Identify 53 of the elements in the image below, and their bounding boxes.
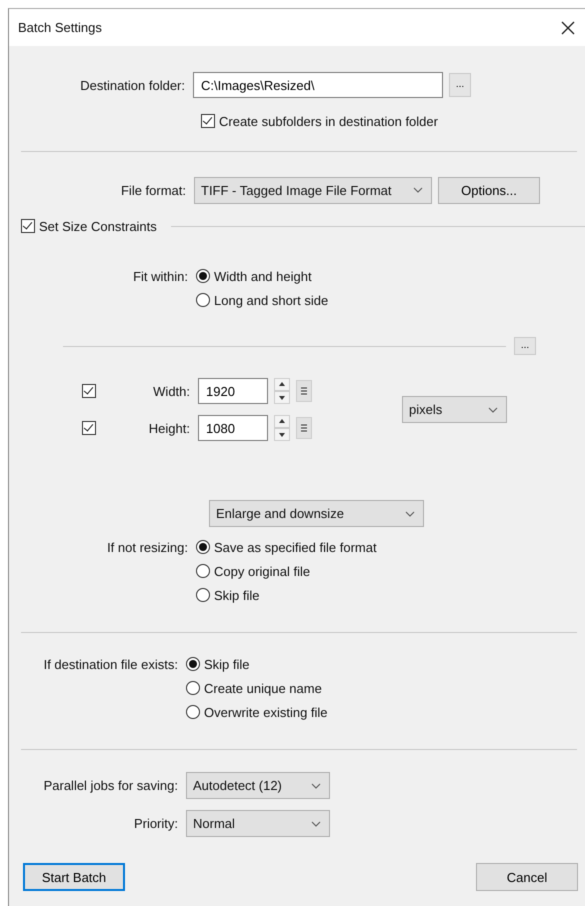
- radio-label[interactable]: Create unique name: [204, 680, 322, 696]
- chevron-icon: [413, 187, 423, 193]
- options-button[interactable]: Options...: [438, 176, 540, 204]
- spinner-icon[interactable]: [274, 415, 290, 441]
- radio-button[interactable]: [196, 269, 210, 283]
- radio-button[interactable]: [196, 293, 210, 307]
- field-label: If destination file exists:: [42, 656, 179, 672]
- radio-label[interactable]: Skip file: [214, 588, 260, 602]
- unit-dropdown[interactable]: pixels: [402, 396, 507, 423]
- field-label: If not resizing:: [106, 540, 189, 554]
- chevron-icon: [311, 820, 321, 826]
- file-format-dropdown[interactable]: TIFF - Tagged Image File Format: [194, 176, 432, 204]
- field-label: Parallel jobs for saving:: [42, 778, 179, 793]
- parallel-jobs-dropdown[interactable]: Autodetect (12): [186, 772, 330, 799]
- radio-label[interactable]: Overwrite existing file: [204, 704, 328, 720]
- radio-button[interactable]: [186, 657, 200, 671]
- field-label: Priority:: [132, 816, 179, 831]
- number-field[interactable]: 1080: [198, 415, 268, 441]
- checkbox[interactable]: [21, 219, 35, 233]
- radio-button[interactable]: [186, 681, 200, 695]
- radio-button[interactable]: [186, 705, 200, 719]
- field-label: Width:: [152, 384, 191, 398]
- chevron-icon: [405, 510, 415, 516]
- radio-label[interactable]: Skip file: [204, 656, 250, 672]
- dialog-button[interactable]: Start Batch: [23, 863, 125, 891]
- number-field[interactable]: 1920: [198, 378, 268, 404]
- radio-button[interactable]: [196, 564, 210, 578]
- more-button[interactable]: ...: [514, 337, 536, 355]
- browse-button[interactable]: ...: [449, 73, 471, 97]
- radio-button[interactable]: [196, 540, 210, 554]
- checkbox[interactable]: [82, 421, 96, 435]
- spinner-icon[interactable]: [274, 378, 290, 404]
- field-label: Destination folder:: [79, 78, 186, 92]
- checkbox[interactable]: [201, 114, 215, 128]
- radio-button[interactable]: [196, 588, 210, 602]
- field-label: Fit within:: [132, 268, 189, 284]
- radio-label[interactable]: Width and height: [214, 268, 312, 284]
- radio-label[interactable]: Copy original file: [214, 564, 310, 578]
- checkbox-label[interactable]: Set Size Constraints: [39, 218, 157, 234]
- priority-dropdown[interactable]: Normal: [186, 810, 330, 837]
- close-icon[interactable]: [561, 20, 575, 34]
- radio-label[interactable]: Save as specified file format: [214, 540, 377, 554]
- chevron-icon: [488, 406, 498, 412]
- radio-label[interactable]: Long and short side: [214, 292, 328, 308]
- destination-folder-field[interactable]: C:\Images\Resized\: [193, 72, 443, 98]
- chevron-icon: [311, 782, 321, 788]
- window-title: Batch Settings: [18, 20, 102, 35]
- checkbox[interactable]: [82, 384, 96, 398]
- dialog-button[interactable]: Cancel: [476, 863, 578, 891]
- field-label: Height:: [148, 420, 191, 436]
- checkbox-label[interactable]: Create subfolders in destination folder: [219, 114, 438, 128]
- resize-mode-dropdown[interactable]: Enlarge and downsize: [209, 500, 424, 527]
- field-label: File format:: [120, 182, 187, 198]
